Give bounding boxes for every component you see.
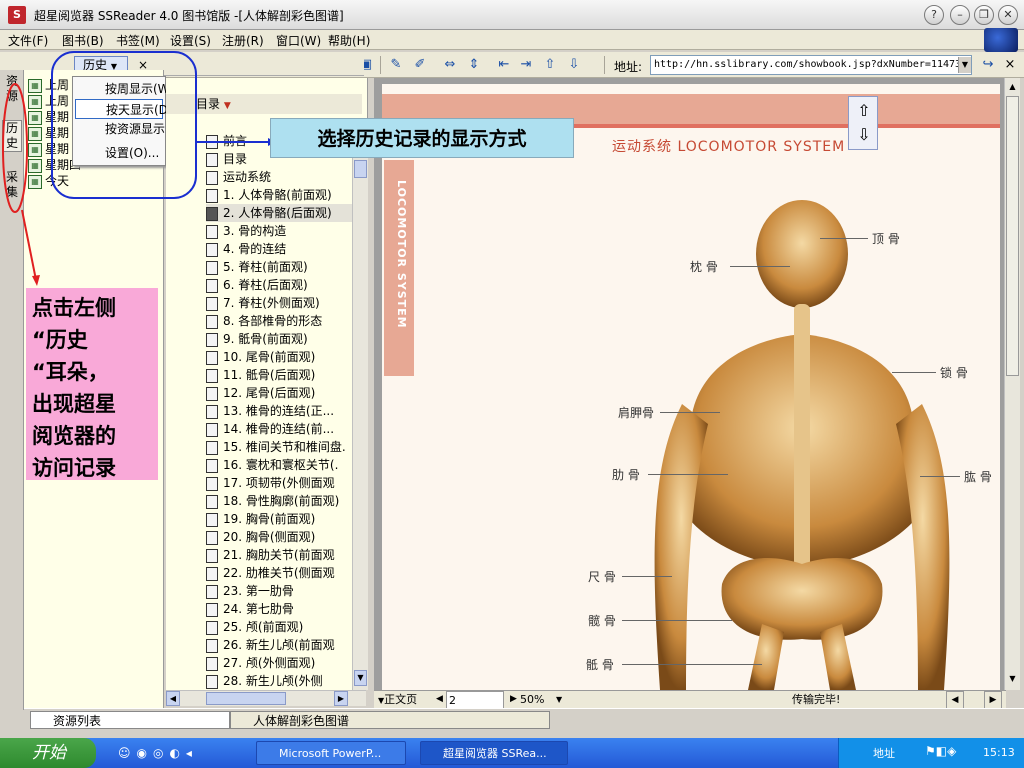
annotation-red-arrowhead xyxy=(32,275,40,286)
annotation-red-ellipse xyxy=(2,83,28,213)
callout-history-tab: 点击左侧 “历史 “耳朵， 出现超星 阅览器的 访问记录 xyxy=(26,288,158,480)
callout-display-mode: 选择历史记录的显示方式 xyxy=(270,118,574,158)
annotation-blue-box xyxy=(51,51,197,199)
annotation-red-arrow xyxy=(21,209,37,281)
